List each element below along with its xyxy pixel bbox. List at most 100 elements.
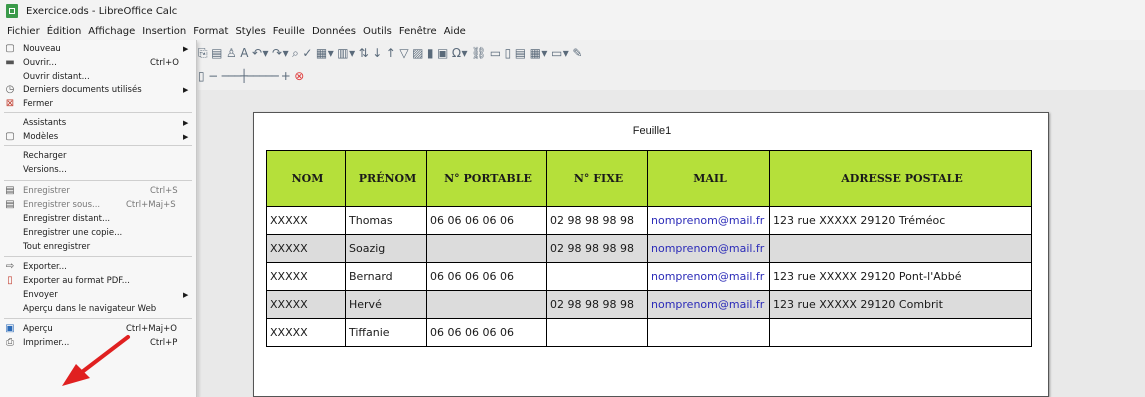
table-cell[interactable]: 123 rue XXXXX 29120 Pont-l'Abbé: [769, 262, 1032, 291]
special-character-icon[interactable]: Ω▾: [452, 46, 468, 60]
menu-bar: Fichier Édition Affichage Insertion Format St…: [0, 22, 1145, 40]
file-menu-item-7[interactable]: Recharger: [0, 149, 196, 163]
close-preview-icon[interactable]: ⊗: [294, 69, 305, 83]
table-cell[interactable]: [426, 290, 547, 319]
file-menu-item-12[interactable]: Enregistrer une copie...: [0, 226, 196, 240]
menu-3[interactable]: Insertion: [142, 26, 186, 37]
table-cell[interactable]: 02 98 98 98 98: [546, 234, 648, 263]
file-menu-item-13[interactable]: Tout enregistrer: [0, 240, 196, 254]
file-menu-item-17[interactable]: Aperçu dans le navigateur Web: [0, 302, 196, 316]
table-cell[interactable]: 06 06 06 06 06: [426, 318, 547, 347]
table-cell[interactable]: 123 rue XXXXX 29120 Combrit: [769, 290, 1032, 319]
file-menu-item-9[interactable]: ▤ Enregistrer Ctrl+S: [0, 184, 196, 198]
table-cell[interactable]: 06 06 06 06 06: [426, 262, 547, 291]
table-cell[interactable]: Soazig: [345, 234, 427, 263]
page-icon[interactable]: ▯: [198, 69, 205, 83]
submenu-arrow-icon: ▶: [183, 45, 189, 53]
image-icon[interactable]: ▨: [412, 46, 424, 60]
menu-2[interactable]: Affichage: [88, 26, 135, 37]
table-cell[interactable]: Tiffanie: [345, 318, 427, 347]
table-cell[interactable]: 02 98 98 98 98: [546, 206, 648, 235]
file-menu-item-4[interactable]: ⊠ Fermer: [0, 97, 196, 111]
table-cell[interactable]: nomprenom@mail.fr: [647, 262, 770, 291]
split-window-icon[interactable]: ▭▾: [551, 46, 569, 60]
file-menu-item-5[interactable]: Assistants ▶: [0, 116, 196, 130]
redo-icon[interactable]: ↷▾: [272, 46, 289, 60]
submenu-arrow-icon: ▶: [183, 133, 189, 141]
sheet-name-header: Feuille1: [632, 125, 672, 137]
table-cell[interactable]: XXXXX: [266, 206, 346, 235]
table-cell[interactable]: Bernard: [345, 262, 427, 291]
table-cell[interactable]: XXXXX: [266, 234, 346, 263]
file-menu-item-10[interactable]: ▤ Enregistrer sous... Ctrl+Maj+S: [0, 198, 196, 212]
menu-7[interactable]: Données: [312, 26, 356, 37]
spelling-icon[interactable]: ✓: [302, 46, 313, 60]
table-cell[interactable]: [769, 234, 1032, 263]
table-cell[interactable]: [426, 234, 547, 263]
file-menu-item-15[interactable]: ▯ Exporter au format PDF...: [0, 274, 196, 288]
menu-item-label: Aperçu: [23, 324, 53, 334]
menu-9[interactable]: Fenêtre: [399, 26, 437, 37]
undo-icon[interactable]: ↶▾: [252, 46, 269, 60]
file-menu-item-16[interactable]: Envoyer ▶: [0, 288, 196, 302]
table-cell[interactable]: nomprenom@mail.fr: [647, 206, 770, 235]
file-menu-item-3[interactable]: ◷ Derniers documents utilisés ▶: [0, 83, 196, 97]
table-cell[interactable]: XXXXX: [266, 290, 346, 319]
menu-1[interactable]: Édition: [47, 26, 82, 37]
paste-icon[interactable]: ▤: [211, 46, 223, 60]
menu-6[interactable]: Feuille: [273, 26, 305, 37]
sort-asc-icon[interactable]: ↓: [372, 46, 383, 60]
file-menu-item-19[interactable]: ⎙ Imprimer... Ctrl+P: [0, 336, 196, 350]
file-menu-item-0[interactable]: ▢ Nouveau ▶: [0, 42, 196, 56]
menu-5[interactable]: Styles: [235, 26, 265, 37]
file-menu-item-18[interactable]: ▣ Aperçu Ctrl+Maj+O: [0, 322, 196, 336]
file-menu-item-1[interactable]: ▬ Ouvrir... Ctrl+O: [0, 56, 196, 70]
menu-4[interactable]: Format: [193, 26, 228, 37]
menu-8[interactable]: Outils: [363, 26, 392, 37]
table-cell[interactable]: [647, 318, 770, 347]
row-icon[interactable]: ▦▾: [316, 46, 334, 60]
menu-item-label: Nouveau: [23, 44, 61, 54]
file-menu-item-14[interactable]: ⇨ Exporter...: [0, 260, 196, 274]
table-cell[interactable]: [546, 318, 648, 347]
table-cell[interactable]: nomprenom@mail.fr: [647, 234, 770, 263]
show-draw-functions-icon[interactable]: ✎: [572, 46, 583, 60]
find-replace-icon[interactable]: ⌕: [292, 46, 299, 61]
table-cell[interactable]: [769, 318, 1032, 347]
comment-icon[interactable]: ▭: [490, 46, 502, 60]
table-cell[interactable]: nomprenom@mail.fr: [647, 290, 770, 319]
clear-formatting-icon[interactable]: A: [240, 46, 249, 60]
table-cell[interactable]: 06 06 06 06 06: [426, 206, 547, 235]
clone-formatting-icon[interactable]: ♙: [226, 46, 237, 60]
table-cell[interactable]: [546, 262, 648, 291]
column-icon[interactable]: ▥▾: [337, 46, 355, 60]
hyperlink-icon[interactable]: ⛓: [471, 46, 487, 60]
table-cell[interactable]: Thomas: [345, 206, 427, 235]
header-footer-icon[interactable]: ▯: [505, 46, 512, 60]
sort-desc-icon[interactable]: ↑: [386, 46, 397, 60]
table-cell[interactable]: Hervé: [345, 290, 427, 319]
print-preview-page: Feuille1 NOM PRÉNOM N° PORTABLE N° FIXE MAIL…: [253, 112, 1049, 397]
table-cell[interactable]: 02 98 98 98 98: [546, 290, 648, 319]
menu-10[interactable]: Aide: [444, 26, 466, 37]
data-table: NOM PRÉNOM N° PORTABLE N° FIXE MAIL ADRESSE P…: [266, 150, 1032, 347]
define-print-area-icon[interactable]: ▤: [515, 46, 527, 60]
file-menu-item-11[interactable]: Enregistrer distant...: [0, 212, 196, 226]
pivot-table-icon[interactable]: ▣: [437, 46, 449, 60]
table-cell[interactable]: XXXXX: [266, 262, 346, 291]
chart-icon[interactable]: ▮: [427, 46, 434, 60]
zoom-out-icon[interactable]: −: [208, 69, 219, 83]
menu-separator: [4, 180, 192, 181]
zoom-slider[interactable]: ───┼─────: [222, 69, 279, 83]
menu-0[interactable]: Fichier: [7, 26, 40, 37]
file-menu-item-8[interactable]: Versions...: [0, 163, 196, 177]
table-cell[interactable]: XXXXX: [266, 318, 346, 347]
sort-icon[interactable]: ⇅: [359, 46, 370, 60]
copy-icon[interactable]: ⎘: [198, 46, 208, 61]
freeze-icon[interactable]: ▦▾: [530, 46, 548, 60]
file-menu-item-6[interactable]: ▢ Modèles ▶: [0, 130, 196, 144]
zoom-in-icon[interactable]: +: [281, 69, 292, 83]
file-menu-item-2[interactable]: Ouvrir distant...: [0, 70, 196, 84]
autofilter-icon[interactable]: ▽: [399, 46, 409, 60]
table-cell[interactable]: 123 rue XXXXX 29120 Tréméoc: [769, 206, 1032, 235]
